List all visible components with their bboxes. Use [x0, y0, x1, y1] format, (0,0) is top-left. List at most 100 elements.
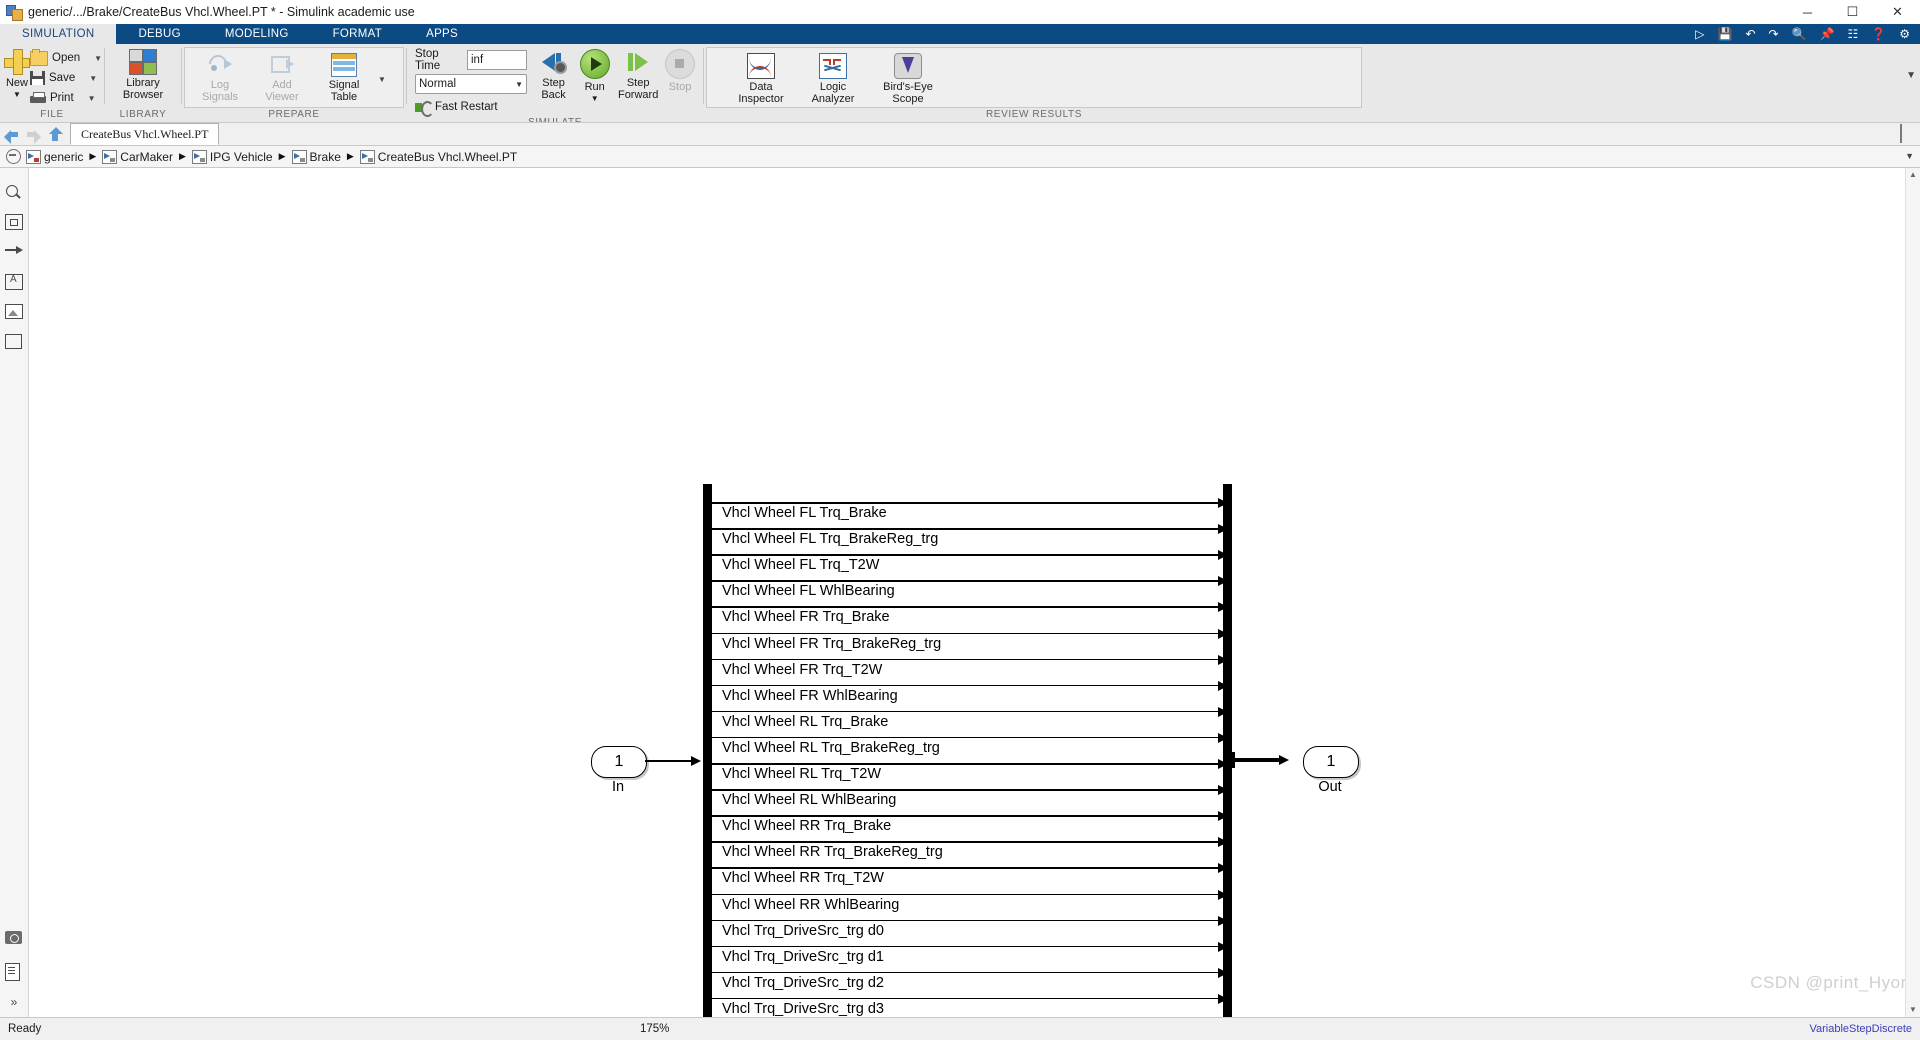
- signal-label[interactable]: Vhcl Wheel RR WhlBearing: [722, 897, 899, 913]
- signal-label[interactable]: Vhcl Trq_DriveSrc_trg d3: [722, 1001, 884, 1017]
- inport-block[interactable]: 1: [591, 746, 647, 778]
- nav-forward-button[interactable]: [22, 123, 44, 145]
- tab-format[interactable]: FORMAT: [311, 24, 405, 44]
- run-button[interactable]: Run ▼: [574, 47, 615, 105]
- signal-label[interactable]: Vhcl Wheel RR Trq_BrakeReg_trg: [722, 844, 943, 860]
- maximize-button[interactable]: ☐: [1830, 0, 1875, 24]
- signal-label[interactable]: Vhcl Wheel FR Trq_Brake: [722, 609, 890, 625]
- snapshot-button[interactable]: [5, 931, 23, 949]
- stop-time-input[interactable]: [467, 50, 527, 70]
- search-icon[interactable]: 🔍: [1792, 28, 1807, 40]
- help-icon[interactable]: ❓: [1871, 28, 1886, 40]
- signal-label[interactable]: Vhcl Wheel RL Trq_T2W: [722, 766, 881, 782]
- new-button[interactable]: New ▼: [4, 47, 30, 101]
- add-signal-button[interactable]: [5, 244, 23, 262]
- stop-icon: [665, 49, 696, 79]
- table-row[interactable]: [712, 484, 1223, 502]
- nav-up-button[interactable]: [44, 123, 66, 145]
- pin-icon[interactable]: 📌: [1820, 28, 1835, 40]
- model-browser-toggle[interactable]: [1900, 124, 1916, 143]
- birds-eye-scope-button[interactable]: Bird's-Eye Scope: [869, 51, 947, 105]
- add-annotation-button[interactable]: [5, 274, 23, 292]
- close-button[interactable]: ✕: [1875, 0, 1920, 24]
- fit-to-view-button[interactable]: [5, 214, 23, 232]
- signal-label[interactable]: Vhcl Wheel FL WhlBearing: [722, 583, 895, 599]
- log-signals-button[interactable]: Log Signals: [189, 51, 251, 103]
- signal-label[interactable]: Vhcl Wheel FR Trq_T2W: [722, 662, 882, 678]
- breadcrumb-item-createbus[interactable]: CreateBus Vhcl.Wheel.PT: [359, 149, 517, 164]
- undo-icon[interactable]: ↶: [1745, 28, 1755, 40]
- breadcrumb-expand-chevron-down-icon[interactable]: ▼: [1905, 151, 1914, 161]
- expand-toolbar-chevron-right-icon[interactable]: »: [11, 995, 18, 1009]
- tab-modeling[interactable]: MODELING: [203, 24, 311, 44]
- subsystem-icon: [191, 149, 207, 164]
- rectangle-icon: [5, 334, 22, 349]
- run-quick-icon[interactable]: ▷: [1695, 28, 1704, 40]
- logic-analyzer-button[interactable]: Logic Analyzer: [797, 51, 869, 105]
- breadcrumb-item-brake[interactable]: Brake: [291, 149, 341, 164]
- signal-label[interactable]: Vhcl Trq_DriveSrc_trg d1: [722, 949, 884, 965]
- simulation-mode-select[interactable]: Normal ▼: [415, 74, 527, 94]
- simulink-canvas[interactable]: 1 In Vhcl Wheel FL Trq_Brake Vhcl Wheel F…: [29, 168, 1920, 1017]
- print-chevron-down-icon[interactable]: ▼: [88, 94, 96, 103]
- signal-label[interactable]: Vhcl Wheel FR Trq_BrakeReg_trg: [722, 636, 941, 652]
- stop-label: Stop: [668, 81, 692, 93]
- open-button[interactable]: Open ▼: [30, 48, 104, 68]
- signal-arrow-icon: [5, 245, 23, 257]
- fast-restart-toggle[interactable]: Fast Restart: [415, 98, 527, 117]
- tab-apps[interactable]: APPS: [404, 24, 480, 44]
- step-forward-label-1: Step: [626, 77, 650, 89]
- breadcrumb-item-carmaker[interactable]: CarMaker: [102, 149, 173, 164]
- signal-label[interactable]: Vhcl Wheel RR Trq_Brake: [722, 818, 891, 834]
- signal-label[interactable]: Vhcl Wheel RR Trq_T2W: [722, 870, 884, 886]
- signal-line: [712, 528, 1229, 530]
- signal-label[interactable]: Vhcl Trq_DriveSrc_trg d2: [722, 975, 884, 991]
- notes-button[interactable]: [5, 963, 23, 981]
- zoom-tool-button[interactable]: [5, 184, 23, 202]
- save-chevron-down-icon[interactable]: ▼: [89, 74, 97, 83]
- run-icon: [579, 49, 610, 79]
- settings-icon[interactable]: ⚙: [1899, 28, 1910, 40]
- signal-label[interactable]: Vhcl Wheel RL Trq_Brake: [722, 714, 888, 730]
- step-forward-button[interactable]: Step Forward: [615, 47, 661, 101]
- breadcrumb-back-button[interactable]: [0, 149, 26, 164]
- signal-label[interactable]: Vhcl Wheel FR WhlBearing: [722, 688, 898, 704]
- tab-debug[interactable]: DEBUG: [116, 24, 202, 44]
- breadcrumb-separator-icon: ▶: [178, 151, 186, 161]
- step-back-button[interactable]: Step Back: [533, 47, 574, 101]
- signal-table-button[interactable]: Signal Table: [313, 51, 375, 103]
- library-browser-label-1: Library: [126, 77, 160, 89]
- tab-simulation[interactable]: SIMULATION: [0, 24, 117, 44]
- open-chevron-down-icon[interactable]: ▼: [94, 54, 102, 63]
- signal-line: [712, 684, 1229, 687]
- breadcrumb-item-ipg-vehicle[interactable]: IPG Vehicle: [191, 149, 273, 164]
- scroll-down-icon[interactable]: ▼: [1908, 1005, 1918, 1015]
- outport-block[interactable]: 1: [1303, 746, 1359, 778]
- signal-label[interactable]: Vhcl Wheel FL Trq_Brake: [722, 505, 887, 521]
- save-quick-icon[interactable]: 💾: [1718, 28, 1733, 40]
- signal-label[interactable]: Vhcl Trq_DriveSrc_trg d0: [722, 923, 884, 939]
- data-inspector-button[interactable]: Data Inspector: [725, 51, 797, 105]
- ribbon-expand-chevron-down-icon[interactable]: ▼: [1906, 70, 1916, 81]
- signal-label[interactable]: Vhcl Wheel RL WhlBearing: [722, 792, 896, 808]
- scroll-up-icon[interactable]: ▲: [1908, 170, 1918, 180]
- layout-icon[interactable]: ☷: [1848, 28, 1859, 40]
- minimize-button[interactable]: ─: [1785, 0, 1830, 24]
- signal-label[interactable]: Vhcl Wheel FL Trq_T2W: [722, 557, 879, 573]
- breadcrumb-item-generic[interactable]: generic: [26, 149, 83, 164]
- signal-label[interactable]: Vhcl Wheel RL Trq_BrakeReg_trg: [722, 740, 940, 756]
- save-button[interactable]: Save ▼: [30, 68, 104, 88]
- model-tab[interactable]: CreateBus Vhcl.Wheel.PT: [70, 123, 220, 145]
- library-browser-button[interactable]: Library Browser: [109, 47, 177, 101]
- add-viewer-button[interactable]: Add Viewer: [251, 51, 313, 103]
- signal-label[interactable]: Vhcl Wheel FL Trq_BrakeReg_trg: [722, 531, 938, 547]
- nav-back-button[interactable]: [0, 123, 22, 145]
- canvas-vertical-scrollbar[interactable]: ▲ ▼: [1905, 168, 1920, 1017]
- print-button[interactable]: Print ▼: [30, 88, 104, 108]
- step-forward-label-2: Forward: [617, 89, 659, 101]
- prepare-more-chevron-down-icon[interactable]: ▼: [375, 51, 389, 107]
- stop-button[interactable]: Stop: [661, 47, 699, 93]
- add-image-button[interactable]: [5, 304, 23, 322]
- redo-icon[interactable]: ↷: [1769, 28, 1779, 40]
- add-area-button[interactable]: [5, 334, 23, 352]
